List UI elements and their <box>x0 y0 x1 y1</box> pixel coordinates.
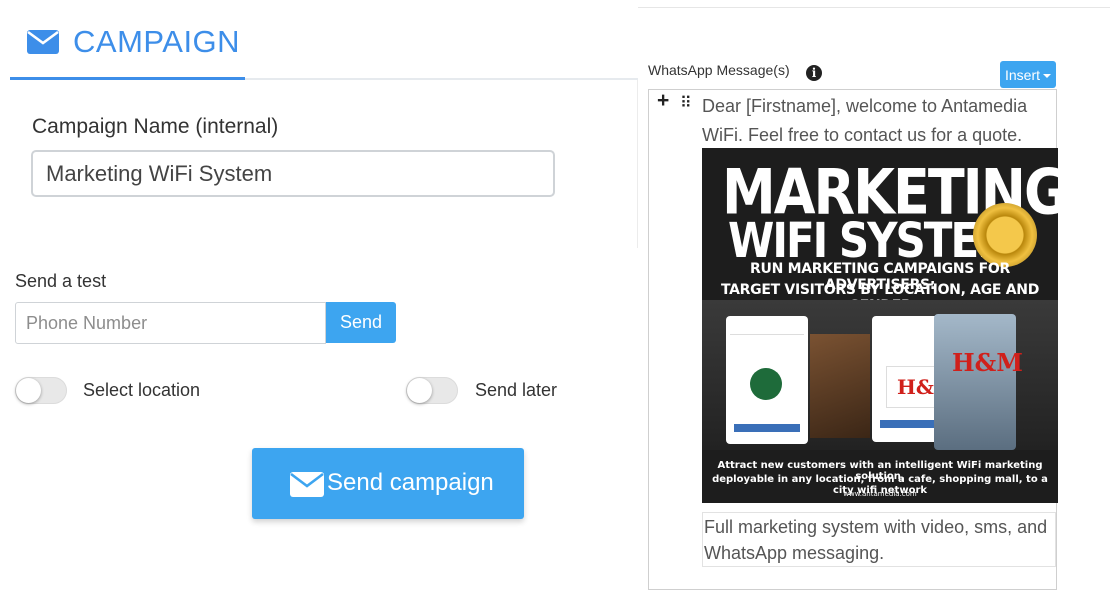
phone-mockup-image: H&M <box>934 314 1023 450</box>
campaign-form: CAMPAIGN Campaign Name (internal) Send a… <box>0 0 638 603</box>
caret-down-icon <box>1043 73 1051 78</box>
caption-block[interactable]: Full marketing system with video, sms, a… <box>702 512 1056 567</box>
message-text[interactable]: Dear [Firstname], welcome to Antamedia W… <box>702 92 1052 150</box>
send-campaign-label: Send campaign <box>327 469 494 496</box>
send-test-label: Send a test <box>15 271 107 291</box>
tab-title: CAMPAIGN <box>73 24 241 59</box>
coffee-photo-image <box>810 334 870 438</box>
coffee-logo-icon <box>750 368 782 400</box>
select-location-label: Select location <box>83 380 201 400</box>
badge-seal-icon <box>973 203 1037 267</box>
phone-number-input[interactable] <box>15 302 326 344</box>
whatsapp-messages-label: WhatsApp Message(s) <box>648 62 790 78</box>
tab-bar: CAMPAIGN <box>10 0 638 80</box>
insert-label: Insert <box>1004 66 1040 83</box>
send-later-label: Send later <box>475 380 558 400</box>
plus-icon[interactable]: + <box>657 89 669 113</box>
message-editor[interactable]: + ⠿ Dear [Firstname], welcome to Antamed… <box>648 89 1058 590</box>
info-icon[interactable]: i <box>806 65 822 81</box>
select-location-toggle[interactable] <box>15 377 67 404</box>
campaign-name-label: Campaign Name (internal) <box>32 115 279 138</box>
envelope-icon <box>290 472 324 497</box>
campaign-name-input[interactable] <box>31 150 555 197</box>
send-test-button[interactable]: Send <box>326 302 396 343</box>
drag-handle-icon[interactable]: ⠿ <box>680 93 692 113</box>
toggle-knob <box>407 378 432 403</box>
caption-text[interactable]: Full marketing system with video, sms, a… <box>704 514 1056 566</box>
send-campaign-button[interactable]: Send campaign <box>252 448 524 519</box>
toggle-knob <box>16 378 41 403</box>
insert-dropdown-button[interactable]: Insert <box>1000 61 1056 88</box>
whatsapp-panel: WhatsApp Message(s) i Insert + ⠿ Dear [F… <box>638 0 1110 603</box>
send-later-toggle[interactable] <box>406 377 458 404</box>
banner-footer-url: www.antamedia.com <box>843 490 917 498</box>
phone-mockup-image <box>726 316 808 444</box>
marketing-banner-image: MARKETING WIFI SYSTEM RUN MARKETING CAMP… <box>702 148 1058 503</box>
tab-campaign[interactable]: CAMPAIGN <box>10 0 245 80</box>
envelope-icon <box>27 30 59 54</box>
divider <box>638 7 1110 8</box>
